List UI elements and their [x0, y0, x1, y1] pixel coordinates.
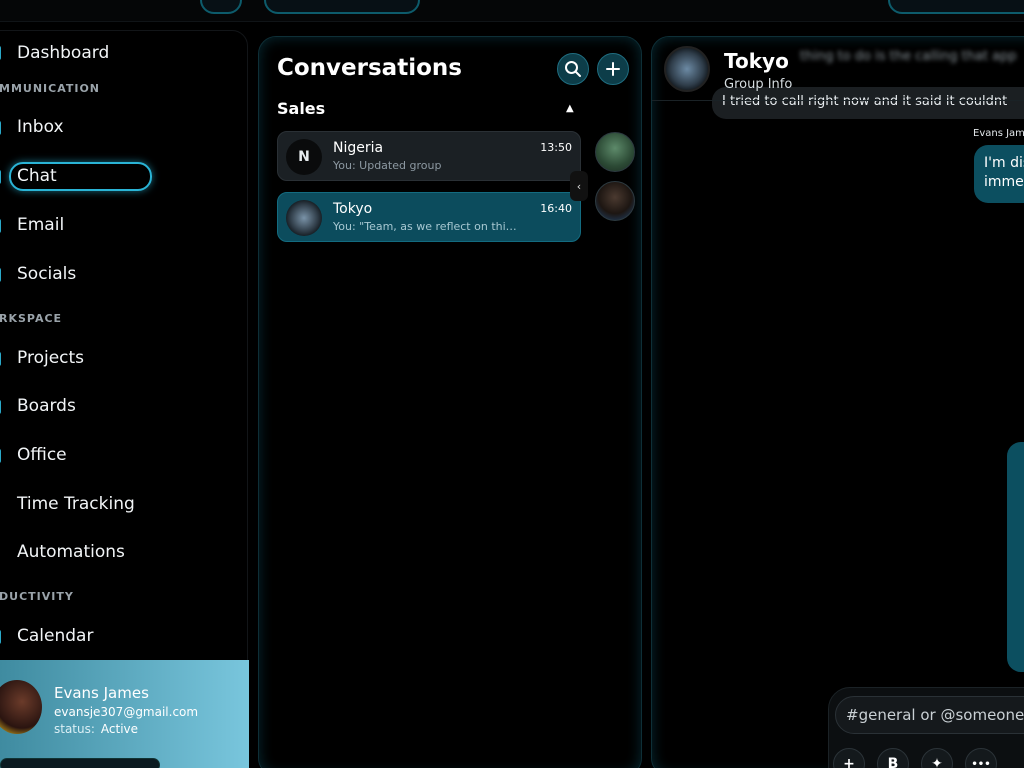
group-label: Sales — [277, 99, 326, 118]
status-value: Active — [100, 722, 139, 736]
nav-indicator — [0, 121, 1, 135]
nav-indicator — [0, 46, 1, 60]
new-conversation-button[interactable] — [597, 53, 629, 85]
message-bubble-outgoing — [1007, 442, 1024, 672]
sidebar-item-time-tracking[interactable]: Time Tracking — [17, 494, 135, 514]
sidebar: Dashboard MMUNICATION Inbox Chat Email S… — [0, 30, 248, 768]
collapse-panel-button[interactable]: ‹ — [570, 171, 588, 201]
bold-button[interactable]: B — [877, 748, 909, 768]
sidebar-item-projects[interactable]: Projects — [17, 348, 84, 368]
sidebar-item-dashboard[interactable]: Dashboard — [17, 43, 109, 63]
chat-panel: thing to do is the calling that app I tr… — [651, 36, 1024, 768]
page-title: Conversations — [277, 55, 462, 81]
profile-name: Evans James — [54, 684, 149, 702]
top-bar — [0, 0, 1024, 22]
conversation-name: Tokyo — [333, 201, 373, 217]
top-button[interactable] — [200, 0, 242, 14]
section-label-workspace: RKSPACE — [0, 312, 63, 325]
conversation-preview: You: Updated group — [333, 159, 442, 172]
message-line: immed — [984, 174, 1024, 190]
nav-indicator — [0, 170, 1, 184]
user-profile-card[interactable]: Evans James evansje307@gmail.com status:… — [0, 660, 249, 768]
section-label-communication: MMUNICATION — [0, 82, 101, 95]
sidebar-item-email[interactable]: Email — [17, 215, 64, 235]
sidebar-item-inbox[interactable]: Inbox — [17, 117, 64, 137]
message-input[interactable] — [835, 696, 1024, 734]
profile-email: evansje307@gmail.com — [54, 705, 199, 719]
sidebar-item-socials[interactable]: Socials — [17, 264, 76, 284]
bold-icon: B — [887, 756, 899, 768]
sidebar-item-automations[interactable]: Automations — [17, 542, 125, 562]
section-label-productivity: DUCTIVITY — [0, 590, 74, 603]
nav-indicator — [0, 400, 1, 414]
avatar: N — [286, 139, 322, 175]
conversation-preview: You: "Team, as we reflect on this past y… — [333, 220, 518, 233]
message-bubble-outgoing: I'm dis immed — [974, 145, 1024, 203]
plus-icon: + — [843, 756, 855, 768]
status-label: status: — [54, 722, 95, 736]
nav-indicator — [0, 630, 1, 644]
plus-icon — [606, 62, 620, 76]
sparkle-icon: ✦ — [931, 756, 943, 768]
ai-assist-button[interactable]: ✦ — [921, 748, 953, 768]
nav-indicator — [0, 449, 1, 463]
avatar — [286, 200, 322, 236]
search-icon — [565, 61, 581, 77]
sidebar-item-chat[interactable]: Chat — [17, 166, 57, 186]
avatar — [0, 680, 42, 734]
avatar — [664, 46, 710, 92]
chevron-left-icon: ‹ — [576, 179, 582, 193]
member-avatar[interactable] — [595, 181, 635, 221]
conversation-item[interactable]: N Nigeria You: Updated group 13:50 — [277, 131, 581, 181]
search-button[interactable] — [557, 53, 589, 85]
conversation-time: 16:40 — [540, 202, 572, 215]
top-right-pill[interactable] — [888, 0, 1024, 14]
sidebar-item-office[interactable]: Office — [17, 445, 67, 465]
chat-header[interactable]: Tokyo Group Info — [652, 37, 1024, 101]
top-search-pill[interactable] — [264, 0, 420, 14]
group-info-link[interactable]: Group Info — [724, 77, 792, 92]
profile-action-bar[interactable] — [0, 758, 160, 768]
nav-indicator — [0, 219, 1, 233]
message-sender: Evans Jam — [973, 128, 1024, 139]
member-avatar[interactable] — [595, 132, 635, 172]
conversations-panel: Conversations Sales ▲ N Nigeria You: Upd… — [258, 36, 642, 768]
message-line: I'm dis — [984, 155, 1024, 171]
add-attachment-button[interactable]: + — [833, 748, 865, 768]
sidebar-item-calendar[interactable]: Calendar — [17, 626, 93, 646]
conversation-item[interactable]: Tokyo You: "Team, as we reflect on this … — [277, 192, 581, 242]
nav-indicator — [0, 352, 1, 366]
message-composer: + B ✦ ••• — [828, 687, 1024, 768]
more-icon: ••• — [971, 758, 991, 768]
sidebar-item-boards[interactable]: Boards — [17, 396, 76, 416]
nav-indicator — [0, 268, 1, 282]
chat-title: Tokyo — [724, 49, 789, 73]
caret-up-icon[interactable]: ▲ — [566, 103, 574, 114]
conversation-time: 13:50 — [540, 141, 572, 154]
profile-status: status: Active — [54, 722, 138, 736]
more-options-button[interactable]: ••• — [965, 748, 997, 768]
conversation-name: Nigeria — [333, 140, 384, 156]
